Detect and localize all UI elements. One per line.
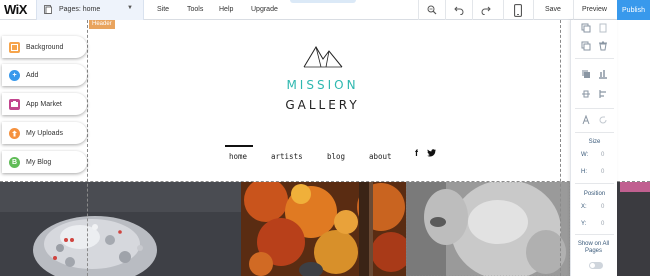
site-title-gallery[interactable]: GALLERY (270, 98, 375, 112)
rotate-icon[interactable] (598, 115, 608, 125)
x-value[interactable]: 0 (601, 204, 604, 210)
add-label: Add (26, 71, 39, 79)
my-uploads-label: My Uploads (26, 129, 63, 137)
properties-panel: Size W: 0 H: 0 Position X: 0 Y: 0 (570, 20, 617, 276)
arrange-icon[interactable] (581, 69, 591, 79)
top-bar: WiX Pages: home ▼ Site Tools Help Upgrad… (0, 0, 650, 20)
delete-icon[interactable] (598, 41, 608, 51)
menu-tools[interactable]: Tools (187, 6, 203, 13)
add-icon: + (9, 69, 20, 81)
paste-icon[interactable] (598, 23, 608, 33)
my-blog-label: My Blog (26, 158, 52, 166)
match-size-icon[interactable] (598, 89, 608, 99)
mountain-logo-icon[interactable] (303, 45, 343, 69)
show-on-all-label-line1: Show on All (577, 241, 610, 247)
top-tab-hint (290, 0, 356, 3)
nav-blog[interactable]: blog (327, 152, 345, 161)
panel-divider (575, 58, 614, 59)
page-icon (44, 5, 52, 14)
height-label: H: (581, 169, 587, 175)
publish-button[interactable]: Publish (617, 0, 650, 20)
zoom-icon[interactable] (425, 2, 439, 18)
site-title-mission[interactable]: MISSION (270, 78, 375, 92)
gallery-strip[interactable] (0, 182, 650, 276)
panel-divider (575, 108, 614, 109)
header-bottom-guide (0, 181, 650, 182)
wix-logo[interactable]: WiX (4, 2, 27, 17)
add-button[interactable]: + Add (2, 64, 87, 86)
background-label: Background (26, 43, 64, 51)
preview-button[interactable]: Preview (582, 6, 607, 13)
y-label: Y: (581, 221, 587, 227)
distribute-icon[interactable] (581, 89, 591, 99)
y-value[interactable]: 0 (601, 221, 604, 227)
nav-active-indicator (225, 145, 253, 147)
position-label: Position (583, 191, 606, 197)
section-guide-left (87, 20, 88, 276)
app-market-button[interactable]: App Market (2, 93, 87, 115)
panel-divider (575, 132, 614, 133)
nav-about[interactable]: about (369, 152, 392, 161)
text-style-icon[interactable] (581, 115, 591, 125)
uploads-icon (9, 127, 20, 139)
toolbar-divider (503, 0, 504, 20)
undo-icon[interactable] (452, 2, 466, 18)
toolbar-divider (472, 0, 473, 20)
menu-site[interactable]: Site (157, 6, 169, 13)
background-icon (9, 41, 20, 53)
blog-icon: B (9, 156, 20, 168)
height-value[interactable]: 0 (601, 169, 604, 175)
pages-dropdown[interactable]: Pages: home ▼ (36, 0, 144, 20)
section-guide-right (560, 20, 561, 276)
app-market-icon (9, 98, 20, 110)
gallery-image-autumn[interactable] (241, 182, 406, 276)
chevron-down-icon: ▼ (127, 5, 133, 11)
background-button[interactable]: Background (2, 36, 87, 58)
my-blog-button[interactable]: B My Blog (2, 151, 87, 173)
toolbar-divider (573, 0, 574, 20)
my-uploads-button[interactable]: My Uploads (2, 122, 87, 144)
nav-artists[interactable]: artists (271, 152, 303, 161)
align-icon[interactable] (598, 69, 608, 79)
toolbar-divider (418, 0, 419, 20)
width-label: W: (581, 152, 589, 158)
show-on-all-pages-toggle[interactable] (589, 262, 603, 269)
mobile-icon[interactable] (511, 2, 525, 18)
copy-icon[interactable] (581, 23, 591, 33)
pages-label: Pages: home (59, 6, 101, 13)
width-value[interactable]: 0 (601, 152, 604, 158)
show-on-all-label-line2: Pages (584, 248, 602, 254)
gallery-image-face[interactable] (406, 182, 570, 276)
toolbar-divider (445, 0, 446, 20)
twitter-icon[interactable] (427, 149, 436, 157)
facebook-icon[interactable]: f (415, 148, 418, 158)
header-tag[interactable]: Header (89, 20, 115, 29)
duplicate-icon[interactable] (581, 41, 591, 51)
size-label: Size (588, 139, 601, 145)
nav-home[interactable]: home (229, 152, 247, 161)
x-label: X: (581, 204, 587, 210)
gallery-image-sculpture[interactable] (0, 182, 241, 276)
panel-divider (575, 234, 614, 235)
redo-icon[interactable] (479, 2, 493, 18)
menu-upgrade[interactable]: Upgrade (251, 6, 278, 13)
app-market-label: App Market (26, 100, 62, 108)
menu-help[interactable]: Help (219, 6, 233, 13)
panel-divider (575, 183, 614, 184)
toolbar-divider (533, 0, 534, 20)
save-button[interactable]: Save (545, 6, 561, 13)
